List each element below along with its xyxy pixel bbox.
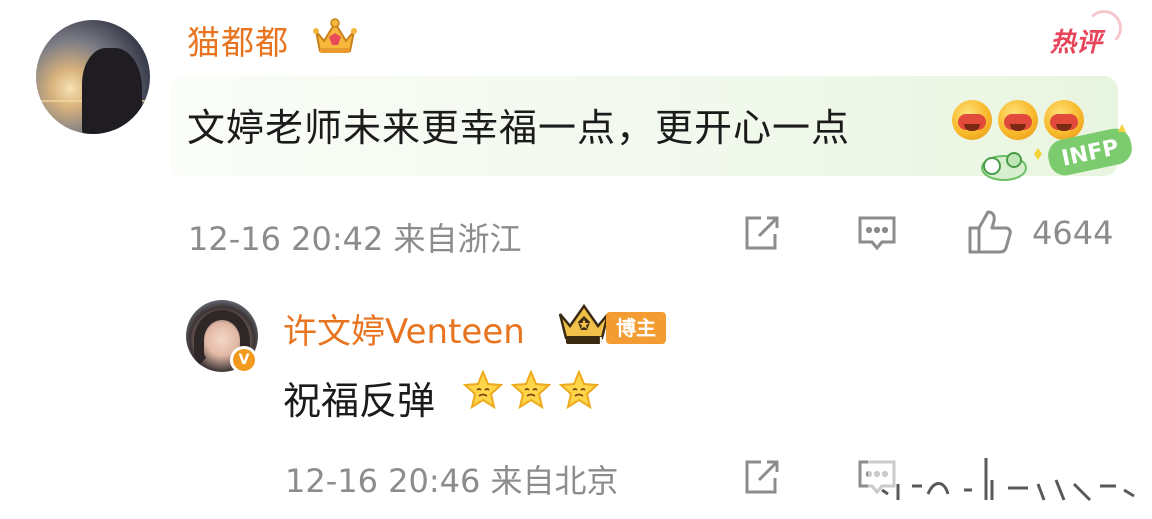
- reply-meta: 12-16 20:46 来自北京: [285, 456, 619, 502]
- watermark-overlay: [868, 458, 1140, 504]
- commenter-avatar[interactable]: [36, 20, 150, 134]
- share-icon[interactable]: [741, 458, 781, 498]
- vip-crown-icon[interactable]: II: [556, 302, 612, 346]
- reply-timestamp: 12-16 20:46: [285, 462, 481, 500]
- infp-badge-icon: INFP: [981, 124, 1132, 181]
- star-emoji-icon: [559, 370, 599, 410]
- comment-location: 来自浙江: [393, 220, 522, 258]
- avatar-silhouette: [82, 48, 142, 134]
- reply-text: 祝福反弹: [283, 379, 436, 423]
- commenter-username[interactable]: 猫都都: [187, 16, 289, 64]
- hot-comment-label: 热评: [1050, 10, 1123, 59]
- comment-text: 文婷老师未来更幸福一点，更开心一点: [187, 106, 851, 150]
- comment-meta: 12-16 20:42 来自浙江: [188, 214, 522, 260]
- member-crown-icon[interactable]: [312, 15, 358, 57]
- star-emoji-icon: [511, 370, 551, 410]
- reply-location: 来自北京: [490, 462, 619, 500]
- star-emoji-icon: [463, 370, 503, 410]
- like-count: 4644: [1032, 214, 1114, 252]
- share-icon[interactable]: [741, 214, 781, 254]
- comment-timestamp: 12-16 20:42: [188, 220, 384, 258]
- author-tag: 博主: [606, 312, 666, 344]
- replier-username[interactable]: 许文婷Venteen: [283, 304, 525, 353]
- like-thumb-icon[interactable]: [966, 208, 1014, 256]
- verified-badge-icon: V: [230, 346, 258, 374]
- star-emoji-row: [463, 370, 599, 410]
- comment-icon[interactable]: [856, 214, 898, 254]
